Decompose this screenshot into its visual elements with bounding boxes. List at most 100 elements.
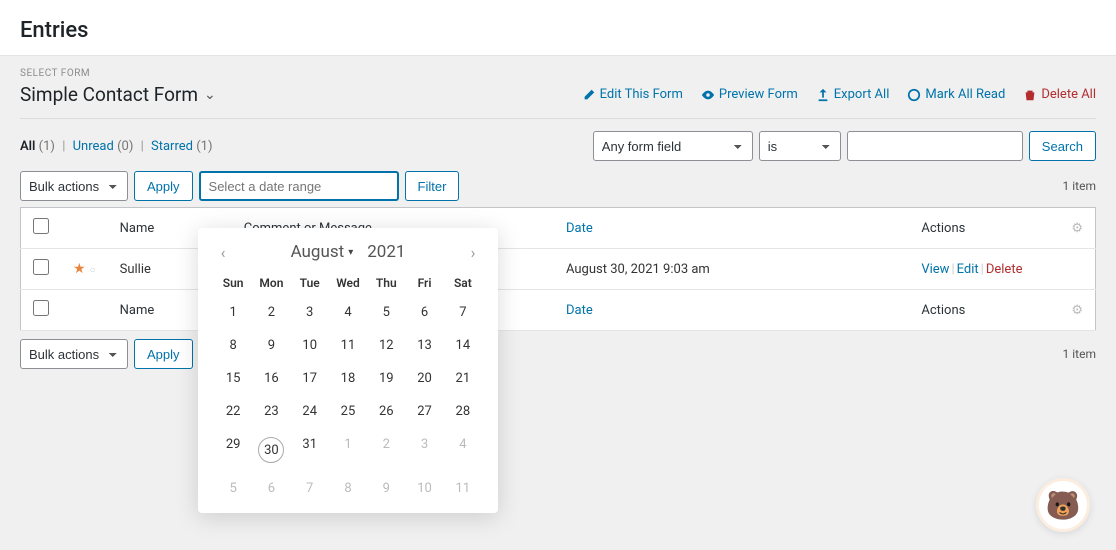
search-operator-select[interactable]: is [759, 131, 841, 161]
calendar-day[interactable]: 9 [252, 329, 290, 362]
search-button[interactable]: Search [1029, 131, 1096, 161]
select-form-label: SELECT FORM [20, 68, 1096, 79]
calendar-day[interactable]: 11 [444, 472, 482, 505]
row-view[interactable]: View [921, 262, 949, 277]
dow-label: Sun [214, 270, 252, 296]
circle-check-icon [907, 88, 921, 102]
calendar-day[interactable]: 9 [367, 472, 405, 505]
delete-all-link[interactable]: Delete All [1023, 87, 1096, 102]
calendar-day[interactable]: 3 [405, 428, 443, 472]
dow-label: Fri [405, 270, 443, 296]
form-name: Simple Contact Form [20, 83, 198, 106]
dow-label: Wed [329, 270, 367, 296]
year-label[interactable]: 2021 [367, 242, 405, 262]
calendar-day[interactable]: 26 [367, 395, 405, 428]
bulk-actions-select-bottom[interactable]: Bulk actions [20, 339, 128, 369]
calendar-day[interactable]: 7 [291, 472, 329, 505]
preview-form-link[interactable]: Preview Form [701, 87, 798, 102]
bulk-apply-top[interactable]: Apply [134, 171, 193, 201]
calendar-day[interactable]: 8 [329, 472, 367, 505]
row-edit[interactable]: Edit [957, 262, 979, 277]
calendar-day[interactable]: 21 [444, 362, 482, 395]
calendar-day[interactable]: 18 [329, 362, 367, 395]
dow-label: Thu [367, 270, 405, 296]
filter-unread[interactable]: Unread [73, 139, 114, 154]
calendar-day[interactable]: 19 [367, 362, 405, 395]
edit-form-label: Edit This Form [600, 87, 683, 102]
calendar-day[interactable]: 4 [444, 428, 482, 472]
col-date[interactable]: Date [554, 208, 909, 249]
row-checkbox[interactable] [33, 259, 49, 275]
calendar-day[interactable]: 15 [214, 362, 252, 395]
dow-label: Tue [291, 270, 329, 296]
chevron-down-icon: ▾ [348, 247, 353, 258]
calendar-day[interactable]: 28 [444, 395, 482, 428]
mark-all-read-link[interactable]: Mark All Read [907, 87, 1005, 102]
gear-icon[interactable]: ⚙ [1071, 303, 1083, 318]
calendar-day[interactable]: 2 [367, 428, 405, 472]
calendar-day[interactable]: 20 [405, 362, 443, 395]
month-select[interactable]: August▾ [291, 242, 354, 262]
col-date-foot[interactable]: Date [554, 290, 909, 331]
col-actions: Actions [909, 208, 1059, 249]
calendar-day[interactable]: 5 [367, 296, 405, 329]
calendar-day[interactable]: 1 [214, 296, 252, 329]
calendar-day[interactable]: 12 [367, 329, 405, 362]
read-indicator-icon: ○ [90, 265, 96, 276]
calendar-day[interactable]: 3 [291, 296, 329, 329]
calendar-day[interactable]: 22 [214, 395, 252, 428]
calendar-day[interactable]: 6 [405, 296, 443, 329]
edit-form-link[interactable]: Edit This Form [582, 87, 683, 102]
calendar-day[interactable]: 17 [291, 362, 329, 395]
bulk-apply-bottom[interactable]: Apply [134, 339, 193, 369]
calendar-day[interactable]: 7 [444, 296, 482, 329]
filter-button[interactable]: Filter [405, 171, 460, 201]
form-selector[interactable]: Simple Contact Form ⌄ [20, 83, 216, 106]
prev-month-button[interactable]: ‹ [214, 243, 232, 262]
calendar-day[interactable]: 8 [214, 329, 252, 362]
mark-all-read-label: Mark All Read [925, 87, 1005, 102]
delete-all-label: Delete All [1041, 87, 1096, 102]
calendar-day[interactable]: 6 [252, 472, 290, 505]
table-row[interactable]: ★○ Sullie Pre-Sale Query August 30, 2021… [21, 249, 1096, 290]
calendar-day[interactable]: 31 [291, 428, 329, 472]
export-all-link[interactable]: Export All [816, 87, 890, 102]
col-actions-foot: Actions [909, 290, 1059, 331]
trash-icon [1023, 88, 1037, 102]
row-delete[interactable]: Delete [986, 262, 1023, 277]
calendar-day[interactable]: 5 [214, 472, 252, 505]
calendar-day[interactable]: 14 [444, 329, 482, 362]
calendar-day[interactable]: 27 [405, 395, 443, 428]
calendar-day[interactable]: 10 [405, 472, 443, 505]
pencil-icon [582, 88, 596, 102]
calendar-day[interactable]: 30 [252, 428, 290, 472]
entries-table: Name Comment or Message Date Actions ⚙ ★… [20, 207, 1096, 331]
calendar-day[interactable]: 4 [329, 296, 367, 329]
search-field-select[interactable]: Any form field [593, 131, 753, 161]
select-all-checkbox-bottom[interactable] [33, 300, 49, 316]
date-picker-popover: ‹ August▾ 2021 › SunMonTueWedThuFriSat12… [198, 228, 498, 513]
calendar-day[interactable]: 11 [329, 329, 367, 362]
filter-starred[interactable]: Starred [151, 139, 193, 154]
preview-form-label: Preview Form [719, 87, 798, 102]
select-all-checkbox-top[interactable] [33, 218, 49, 234]
bulk-actions-select-top[interactable]: Bulk actions [20, 171, 128, 201]
date-range-input[interactable] [199, 171, 399, 201]
calendar-day[interactable]: 10 [291, 329, 329, 362]
gear-icon[interactable]: ⚙ [1071, 221, 1083, 236]
calendar-day[interactable]: 25 [329, 395, 367, 428]
star-icon[interactable]: ★ [73, 261, 86, 277]
calendar-day[interactable]: 23 [252, 395, 290, 428]
item-count-top: 1 item [1063, 179, 1096, 193]
calendar-day[interactable]: 2 [252, 296, 290, 329]
search-value-input[interactable] [847, 131, 1023, 161]
next-month-button[interactable]: › [464, 243, 482, 262]
filter-all[interactable]: All [20, 139, 35, 154]
calendar-day[interactable]: 16 [252, 362, 290, 395]
calendar-day[interactable]: 13 [405, 329, 443, 362]
calendar-day[interactable]: 24 [291, 395, 329, 428]
calendar-day[interactable]: 1 [329, 428, 367, 472]
item-count-bottom: 1 item [1063, 347, 1096, 361]
help-mascot-button[interactable]: 🐻 [1036, 478, 1090, 532]
calendar-day[interactable]: 29 [214, 428, 252, 472]
